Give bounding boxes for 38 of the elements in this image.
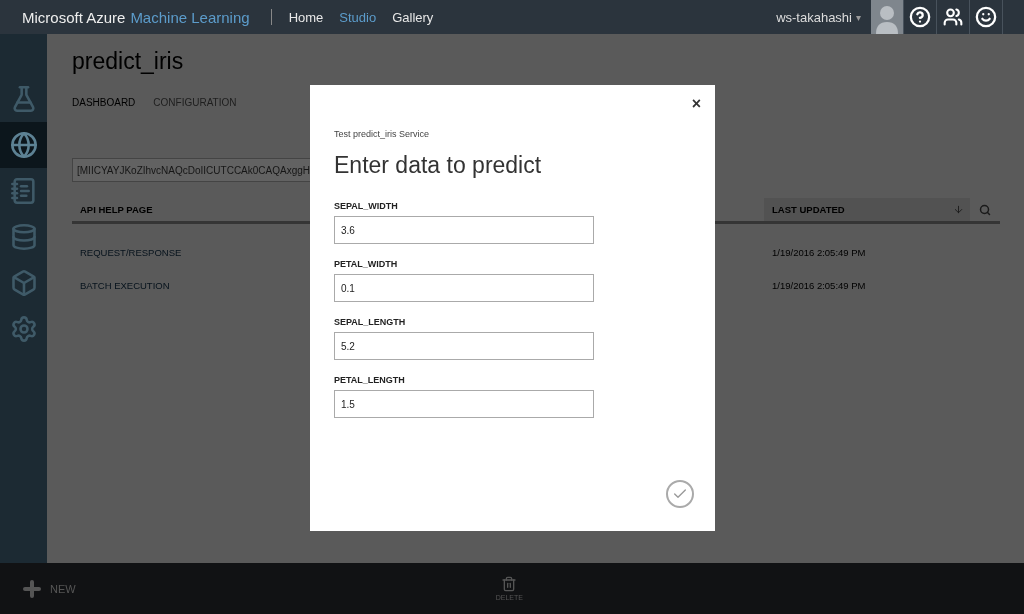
endpoint-link[interactable]: REQUEST/RESPONSE <box>72 247 305 258</box>
confirm-button[interactable] <box>666 480 694 508</box>
user-menu[interactable]: ws-takahashi ▾ <box>772 9 865 25</box>
tab[interactable]: CONFIGURATION <box>153 97 237 108</box>
nav-link[interactable]: Gallery <box>392 9 434 25</box>
table-cell-text: 1/19/2016 2:05:49 PM <box>771 247 867 258</box>
api-key-field[interactable]: [MIICYAYJKoZIhvcNAQcDoIICUTCCAk0CAQAxggH <box>72 158 312 182</box>
column-header[interactable]: LAST UPDATED <box>764 198 970 221</box>
table-cell-text: 1/19/2016 2:05:49 PM <box>771 280 867 291</box>
settings-icon <box>9 315 38 343</box>
dialog-title: Enter data to predict <box>334 152 543 179</box>
globe-icon <box>9 131 38 159</box>
field-label: SEPAL_LENGTH <box>334 317 407 327</box>
search-icon[interactable] <box>979 203 991 216</box>
sidebar-item[interactable] <box>0 122 47 168</box>
notebook-icon <box>9 177 38 205</box>
database-icon <box>9 223 38 251</box>
input-field[interactable]: 5.2 <box>334 332 594 360</box>
cube-icon <box>9 269 38 297</box>
field-label: SEPAL_WIDTH <box>334 201 399 211</box>
nav-link[interactable]: Home <box>288 9 324 25</box>
sort-icon <box>953 204 964 215</box>
column-header: API HELP PAGE <box>79 203 154 217</box>
product-name: Machine Learning <box>130 8 250 26</box>
page-title: predict_iris <box>72 48 185 75</box>
field-label: PETAL_WIDTH <box>334 259 399 269</box>
input-field[interactable]: 1.5 <box>334 390 594 418</box>
nav-link[interactable]: Studio <box>339 9 377 25</box>
trash-icon <box>501 576 518 592</box>
dialog-subtitle: Test predict_iris Service <box>334 129 431 139</box>
endpoint-link[interactable]: BATCH EXECUTION <box>72 280 305 291</box>
input-field[interactable]: 0.1 <box>334 274 594 302</box>
brand-name: Microsoft Azure <box>22 8 126 26</box>
input-field[interactable]: 3.6 <box>334 216 594 244</box>
field-label: PETAL_LENGTH <box>334 375 406 385</box>
close-button[interactable]: × <box>689 95 703 113</box>
tab[interactable]: DASHBOARD <box>72 97 136 108</box>
new-button[interactable]: NEW <box>20 576 76 601</box>
